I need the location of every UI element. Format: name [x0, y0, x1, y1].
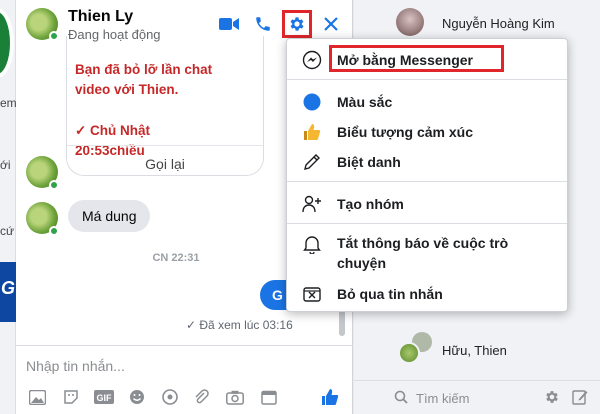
- sticker-icon[interactable]: [62, 388, 80, 406]
- menu-divider: [287, 223, 567, 224]
- camera-icon[interactable]: [226, 388, 244, 406]
- attach-file-icon[interactable]: [192, 388, 210, 406]
- call-back-button[interactable]: Gọi lại: [67, 145, 263, 172]
- message-composer: GIF: [16, 345, 353, 414]
- contacts-search-input[interactable]: [416, 388, 536, 408]
- menu-item-create-group[interactable]: Tạo nhóm: [287, 189, 567, 217]
- seen-receipt: ✓ Đã xem lúc 03:16: [186, 318, 293, 332]
- chat-settings-gear-icon[interactable]: [544, 389, 560, 410]
- promo-banner-partial: G: [0, 262, 16, 322]
- background-page-strip: em ới cứ G: [0, 0, 17, 414]
- menu-item-mute-notifications[interactable]: Tắt thông báo về cuộc trò chuyện: [287, 231, 567, 273]
- color-dot-icon: [301, 91, 323, 113]
- missed-call-text: Bạn đã bỏ lỡ lần chat video với Thien.: [75, 62, 213, 97]
- messenger-icon: [301, 49, 323, 71]
- contact-avatar[interactable]: [396, 8, 424, 36]
- thumbs-up-icon: [301, 121, 323, 143]
- partial-text: ới: [0, 158, 11, 172]
- menu-item-label: Tạo nhóm: [337, 196, 404, 212]
- search-icon: [394, 390, 408, 409]
- new-message-icon[interactable]: [572, 389, 588, 410]
- profile-avatar-partial: [0, 8, 14, 78]
- missed-call-card: Bạn đã bỏ lỡ lần chat video với Thien. ✓…: [66, 36, 264, 176]
- contact-name-nguyen-hoang-kim[interactable]: Nguyễn Hoàng Kim: [442, 16, 555, 31]
- add-person-icon: [301, 193, 323, 215]
- gif-icon[interactable]: GIF: [93, 388, 115, 406]
- menu-item-color[interactable]: Màu sắc: [287, 87, 567, 115]
- menu-item-label: Bỏ qua tin nhắn: [337, 286, 443, 302]
- open-messenger-highlight-box: [329, 45, 504, 72]
- online-indicator: [49, 226, 59, 236]
- svg-text:GIF: GIF: [97, 393, 113, 403]
- received-message-bubble: Má dung: [68, 200, 151, 232]
- group-contact-name[interactable]: Hữu, Thien: [442, 343, 507, 358]
- like-thumb-icon[interactable]: [321, 388, 339, 406]
- menu-item-ignore-messages[interactable]: Bỏ qua tin nhắn: [287, 279, 567, 307]
- menu-item-label: Biệt danh: [337, 154, 401, 170]
- message-input[interactable]: [26, 354, 296, 378]
- phone-icon[interactable]: [253, 14, 273, 34]
- bell-icon: [301, 233, 323, 255]
- close-icon[interactable]: [321, 14, 341, 34]
- ignore-icon: [301, 283, 323, 305]
- online-indicator: [49, 180, 59, 190]
- menu-divider: [287, 79, 567, 80]
- calendar-icon[interactable]: [260, 388, 278, 406]
- pencil-icon: [301, 151, 323, 173]
- contact-name[interactable]: Thien Ly: [68, 8, 133, 26]
- partial-text: em: [0, 96, 17, 110]
- photo-icon[interactable]: [28, 388, 46, 406]
- menu-item-label: Biểu tượng cảm xúc: [337, 124, 474, 140]
- chat-settings-menu: Mở bằng Messenger Màu sắc Biểu tượng cảm…: [286, 38, 568, 312]
- menu-item-nickname[interactable]: Biệt danh: [287, 147, 567, 175]
- emoji-icon[interactable]: [128, 388, 146, 406]
- contacts-search-bar: [354, 380, 600, 414]
- game-icon[interactable]: [161, 388, 179, 406]
- menu-divider: [287, 181, 567, 182]
- menu-item-label: Màu sắc: [337, 94, 393, 110]
- partial-text: cứ: [0, 224, 15, 238]
- menu-item-label: Tắt thông báo về cuộc trò chuyện: [337, 235, 509, 271]
- menu-item-emoji[interactable]: Biểu tượng cảm xúc: [287, 117, 567, 145]
- group-avatar: [398, 342, 420, 364]
- gear-highlight-box: [282, 10, 312, 38]
- video-call-icon[interactable]: [219, 14, 239, 34]
- online-indicator: [49, 31, 59, 41]
